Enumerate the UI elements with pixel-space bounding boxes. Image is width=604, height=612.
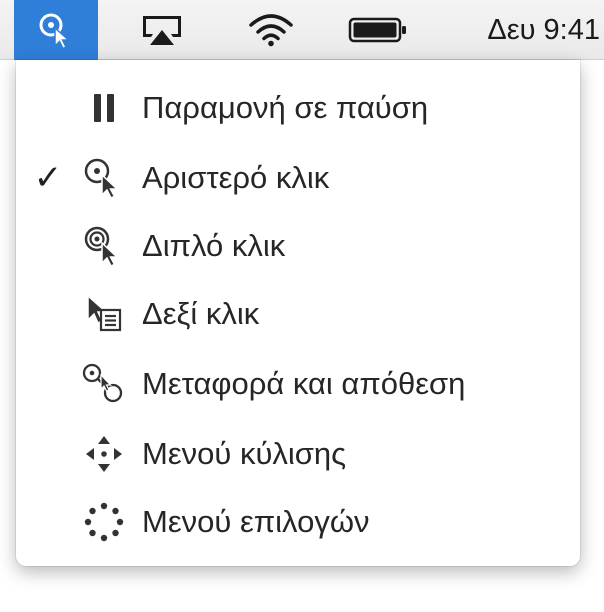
wifi-status-item[interactable] bbox=[234, 0, 308, 60]
checkmark-icon: ✓ bbox=[33, 159, 63, 197]
airplay-status-item[interactable] bbox=[122, 0, 202, 60]
menu-item-label: Μεταφορά και απόθεση bbox=[142, 366, 466, 401]
airplay-icon bbox=[143, 16, 181, 45]
wifi-icon bbox=[249, 14, 293, 47]
dwell-control-icon bbox=[39, 13, 71, 50]
double-click-icon bbox=[74, 221, 134, 271]
menu-item-label: Δεξί κλικ bbox=[142, 296, 260, 331]
drag-and-drop-icon bbox=[74, 359, 134, 409]
left-click-icon bbox=[74, 153, 134, 203]
menu-item-label: Παραμονή σε παύση bbox=[142, 90, 429, 125]
menu-item-scroll-menu[interactable]: Μενού κύλισης bbox=[16, 420, 580, 488]
menu-item-label: Αριστερό κλικ bbox=[142, 160, 330, 195]
menu-bar-clock[interactable]: Δευ 9:41 bbox=[440, 0, 604, 60]
dwell-control-status-item[interactable] bbox=[14, 0, 98, 60]
dwell-control-menu: Παραμονή σε παύση ✓ Αριστερό κλικ Διπλό … bbox=[16, 60, 580, 566]
right-click-icon bbox=[74, 289, 134, 339]
menu-bar: Δευ 9:41 bbox=[0, 0, 604, 60]
menu-item-label: Μενού κύλισης bbox=[142, 436, 347, 471]
battery-icon bbox=[348, 17, 406, 43]
menu-item-pause-dwell[interactable]: Παραμονή σε παύση bbox=[16, 74, 580, 142]
menu-item-label: Μενού επιλογών bbox=[142, 504, 370, 539]
menu-item-double-click[interactable]: Διπλό κλικ bbox=[16, 212, 580, 280]
menu-item-left-click[interactable]: ✓ Αριστερό κλικ bbox=[16, 144, 580, 212]
menu-item-label: Διπλό κλικ bbox=[142, 228, 286, 263]
menu-item-drag-and-drop[interactable]: Μεταφορά και απόθεση bbox=[16, 350, 580, 418]
scroll-menu-icon bbox=[74, 429, 134, 479]
menu-item-right-click[interactable]: Δεξί κλικ bbox=[16, 280, 580, 348]
menu-item-options-menu[interactable]: Μενού επιλογών bbox=[16, 488, 580, 556]
battery-status-item[interactable] bbox=[340, 0, 416, 60]
options-menu-icon bbox=[74, 497, 134, 547]
pause-icon bbox=[74, 83, 134, 133]
